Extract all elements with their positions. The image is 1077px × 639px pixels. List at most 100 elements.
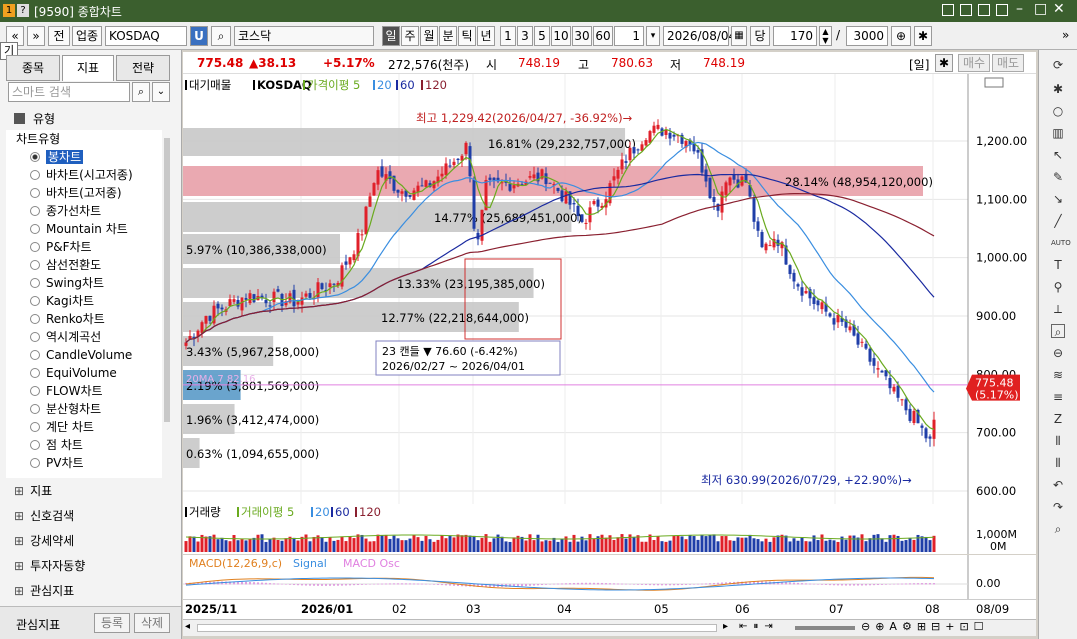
camera-icon[interactable]: [978, 4, 990, 16]
search-icon[interactable]: ⌕: [132, 82, 150, 102]
smart-search-input[interactable]: 스마트 검색: [8, 82, 130, 102]
chart-type-item[interactable]: P&F차트: [30, 238, 92, 256]
playback-controls[interactable]: ⇤⏸⇥: [739, 621, 779, 632]
chart-type-item[interactable]: EquiVolume: [30, 364, 117, 382]
history-button[interactable]: »: [27, 26, 45, 46]
interval-3[interactable]: 3: [517, 26, 533, 46]
chart-type-item[interactable]: 점 차트: [30, 436, 83, 454]
pin-icon[interactable]: ⚲: [1051, 280, 1065, 294]
chart-type-item[interactable]: 바차트(고저종): [30, 184, 122, 202]
zoom-in-icon[interactable]: ⊕: [891, 26, 911, 46]
code-field[interactable]: KOSDAQ: [105, 26, 187, 46]
fib-icon[interactable]: ≋: [1051, 368, 1065, 382]
chart-type-item[interactable]: Mountain 차트: [30, 220, 128, 238]
legend-log-toggle[interactable]: [984, 77, 1004, 88]
period-4[interactable]: 틱: [458, 26, 476, 46]
chart-type-item[interactable]: 종가선차트: [30, 202, 101, 220]
chart-type-item[interactable]: Swing차트: [30, 274, 104, 292]
tab-strategy[interactable]: 전략: [116, 55, 170, 81]
chart-type-group[interactable]: 차트유형: [16, 130, 60, 148]
chart-type-item[interactable]: 분산형차트: [30, 400, 101, 418]
scroll-left-icon[interactable]: ◂: [185, 621, 190, 632]
zoom-slider[interactable]: [795, 626, 855, 630]
zoom-icon[interactable]: ⌕: [1051, 324, 1065, 339]
indicator-group[interactable]: ⊞ 강세약세: [14, 532, 74, 549]
z-icon[interactable]: Z: [1051, 412, 1065, 426]
text-icon[interactable]: T: [1051, 258, 1065, 272]
dang-button[interactable]: 당: [750, 26, 770, 46]
close-icon[interactable]: ✕: [1053, 1, 1065, 17]
indicator-group[interactable]: ⊞ 지표: [14, 482, 52, 499]
list-scrollbar[interactable]: [164, 138, 170, 422]
count-field[interactable]: 170: [773, 26, 817, 46]
scroll-track[interactable]: [197, 624, 717, 632]
code-type-tag[interactable]: U: [190, 26, 208, 46]
collapse-icon[interactable]: ⌄: [152, 82, 170, 102]
all-button[interactable]: 전: [48, 26, 70, 46]
sell-button[interactable]: 매도: [992, 54, 1024, 72]
sector-button[interactable]: 업종: [72, 26, 102, 46]
period-5[interactable]: 년: [477, 26, 495, 46]
scroll-right-icon[interactable]: ▸: [723, 621, 728, 632]
delete-button[interactable]: 삭제: [134, 613, 170, 633]
interval-5[interactable]: 5: [534, 26, 550, 46]
tab-indicator[interactable]: 지표: [62, 55, 114, 81]
search-icon[interactable]: ⌕: [211, 26, 231, 46]
unit-dropdown-icon[interactable]: ▾: [646, 26, 660, 46]
chart-type-item[interactable]: 계단 차트: [30, 418, 94, 436]
total-field[interactable]: 3000: [846, 26, 888, 46]
chart-type-item[interactable]: 삼선전환도: [30, 256, 101, 274]
chart-type-item[interactable]: CandleVolume: [30, 346, 132, 364]
settings-icon[interactable]: [996, 4, 1008, 16]
interval-10[interactable]: 10: [551, 26, 571, 46]
chart-type-item[interactable]: FLOW차트: [30, 382, 103, 400]
redo-icon[interactable]: ↷: [1051, 500, 1065, 514]
interval-1[interactable]: 1: [500, 26, 516, 46]
auto-icon[interactable]: AUTO: [1051, 236, 1071, 250]
channel-icon[interactable]: ≡: [1051, 390, 1065, 404]
maximize-icon[interactable]: □: [1034, 1, 1047, 17]
calendar-icon[interactable]: ▦: [731, 26, 747, 46]
undo-icon[interactable]: ↶: [1051, 478, 1065, 492]
macd-chart[interactable]: MACD(12,26,9,c) Signal MACD Osc 0.00: [183, 555, 1036, 599]
indicator-group[interactable]: ⊞ 투자자동향: [14, 557, 85, 574]
help-icon[interactable]: ?: [17, 4, 29, 17]
buy-button[interactable]: 매수: [958, 54, 990, 72]
save-icon[interactable]: [942, 4, 954, 16]
pen-icon[interactable]: ✎: [1051, 170, 1065, 184]
circle-icon[interactable]: ○: [1051, 104, 1065, 118]
bar-chart-icon[interactable]: ▥: [1051, 126, 1065, 140]
unit-field[interactable]: 1: [614, 26, 644, 46]
edit-icon[interactable]: [960, 4, 972, 16]
bottom-tool-icons[interactable]: ⊖⊕A⚙⊞⊟+⊡☐: [861, 620, 989, 633]
magnet-icon[interactable]: ⟂: [1051, 302, 1065, 316]
price-chart[interactable]: 1,200.001,100.001,000.00900.00800.00700.…: [183, 74, 1036, 504]
type-section[interactable]: 유형: [14, 110, 55, 127]
arrow-icon[interactable]: ↘: [1051, 192, 1065, 206]
expand-icon[interactable]: »: [1062, 28, 1069, 42]
indicator-group[interactable]: ⊞ 관심지표: [14, 582, 74, 599]
register-button[interactable]: 등록: [94, 613, 130, 633]
gear-icon[interactable]: ✱: [914, 26, 932, 46]
minimize-icon[interactable]: –: [1016, 1, 1023, 17]
refresh-icon[interactable]: ⟳: [1051, 58, 1065, 72]
chart-type-item[interactable]: 바차트(시고저종): [30, 166, 133, 184]
interval-60[interactable]: 60: [593, 26, 613, 46]
period-0[interactable]: 일: [382, 26, 400, 46]
indicator-group[interactable]: ⊞ 신호검색: [14, 507, 74, 524]
count-stepper[interactable]: ▲ ▼: [819, 26, 832, 46]
period-3[interactable]: 분: [439, 26, 457, 46]
bars-icon[interactable]: ⦀: [1051, 456, 1065, 470]
line-icon[interactable]: ╱: [1051, 214, 1065, 228]
chart-type-item[interactable]: Renko차트: [30, 310, 105, 328]
chart-type-item[interactable]: 역시계곡선: [30, 328, 101, 346]
volume-chart[interactable]: 거래량 거래이평 5 20 60 1201,000M0M: [183, 504, 1036, 554]
gear-icon[interactable]: ✱: [1051, 82, 1065, 96]
chart-type-item[interactable]: PV차트: [30, 454, 84, 472]
interval-30[interactable]: 30: [572, 26, 592, 46]
tab-stock[interactable]: 종목: [6, 55, 60, 81]
period-2[interactable]: 월: [420, 26, 438, 46]
date-field[interactable]: 2026/08/04: [663, 26, 736, 46]
search-icon[interactable]: ⌕: [1051, 522, 1065, 536]
chart-type-item[interactable]: Kagi차트: [30, 292, 94, 310]
